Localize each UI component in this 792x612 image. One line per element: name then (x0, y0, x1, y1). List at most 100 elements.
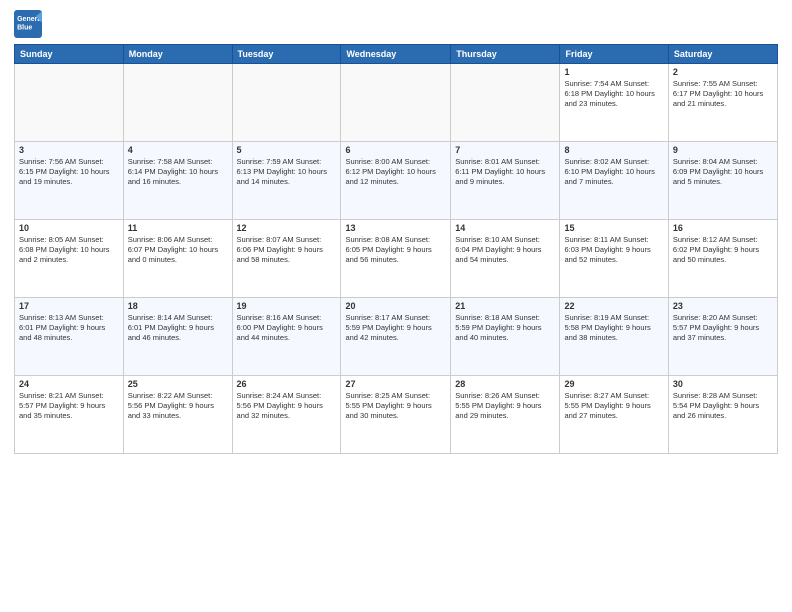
day-number: 8 (564, 145, 663, 155)
day-number: 10 (19, 223, 119, 233)
day-info: Sunrise: 8:17 AM Sunset: 5:59 PM Dayligh… (345, 313, 446, 343)
calendar-cell: 23 Sunrise: 8:20 AM Sunset: 5:57 PM Dayli… (668, 298, 777, 376)
day-info: Sunrise: 7:59 AM Sunset: 6:13 PM Dayligh… (237, 157, 337, 187)
day-number: 19 (237, 301, 337, 311)
day-info: Sunrise: 7:54 AM Sunset: 6:18 PM Dayligh… (564, 79, 663, 109)
calendar-cell: 11 Sunrise: 8:06 AM Sunset: 6:07 PM Dayli… (123, 220, 232, 298)
weekday-header-friday: Friday (560, 45, 668, 64)
calendar-cell: 19 Sunrise: 8:16 AM Sunset: 6:00 PM Dayli… (232, 298, 341, 376)
day-info: Sunrise: 8:25 AM Sunset: 5:55 PM Dayligh… (345, 391, 446, 421)
calendar-cell: 15Sunrise: 8:11 AM Sunset: 6:03 PM Dayli… (560, 220, 668, 298)
calendar-cell: 14Sunrise: 8:10 AM Sunset: 6:04 PM Dayli… (451, 220, 560, 298)
day-info: Sunrise: 8:26 AM Sunset: 5:55 PM Dayligh… (455, 391, 555, 421)
day-number: 23 (673, 301, 773, 311)
day-info: Sunrise: 8:06 AM Sunset: 6:07 PM Dayligh… (128, 235, 228, 265)
day-number: 5 (237, 145, 337, 155)
day-info: Sunrise: 8:02 AM Sunset: 6:10 PM Dayligh… (564, 157, 663, 187)
day-info: Sunrise: 8:13 AM Sunset: 6:01 PM Dayligh… (19, 313, 119, 343)
day-number: 26 (237, 379, 337, 389)
day-number: 9 (673, 145, 773, 155)
day-number: 11 (128, 223, 228, 233)
day-number: 12 (237, 223, 337, 233)
day-number: 2 (673, 67, 773, 77)
calendar-cell: 10 Sunrise: 8:05 AM Sunset: 6:08 PM Dayli… (15, 220, 124, 298)
calendar-cell: 26 Sunrise: 8:24 AM Sunset: 5:56 PM Dayli… (232, 376, 341, 454)
calendar-cell: 27 Sunrise: 8:25 AM Sunset: 5:55 PM Dayli… (341, 376, 451, 454)
day-number: 3 (19, 145, 119, 155)
svg-text:Blue: Blue (17, 24, 32, 31)
day-number: 22 (564, 301, 663, 311)
calendar-cell: 22 Sunrise: 8:19 AM Sunset: 5:58 PM Dayli… (560, 298, 668, 376)
calendar-cell: 6 Sunrise: 8:00 AM Sunset: 6:12 PM Daylig… (341, 142, 451, 220)
calendar: SundayMondayTuesdayWednesdayThursdayFrid… (14, 44, 778, 454)
day-info: Sunrise: 8:00 AM Sunset: 6:12 PM Dayligh… (345, 157, 446, 187)
calendar-cell: 1 Sunrise: 7:54 AM Sunset: 6:18 PM Daylig… (560, 64, 668, 142)
day-number: 20 (345, 301, 446, 311)
weekday-header-sunday: Sunday (15, 45, 124, 64)
day-info: Sunrise: 7:56 AM Sunset: 6:15 PM Dayligh… (19, 157, 119, 187)
day-number: 6 (345, 145, 446, 155)
day-info: Sunrise: 7:55 AM Sunset: 6:17 PM Dayligh… (673, 79, 773, 109)
day-info: Sunrise: 8:14 AM Sunset: 6:01 PM Dayligh… (128, 313, 228, 343)
day-number: 27 (345, 379, 446, 389)
calendar-cell: 29 Sunrise: 8:27 AM Sunset: 5:55 PM Dayli… (560, 376, 668, 454)
day-info: Sunrise: 8:08 AM Sunset: 6:05 PM Dayligh… (345, 235, 446, 265)
calendar-cell: 8 Sunrise: 8:02 AM Sunset: 6:10 PM Daylig… (560, 142, 668, 220)
logo-icon: General Blue (14, 10, 42, 38)
calendar-cell: 18 Sunrise: 8:14 AM Sunset: 6:01 PM Dayli… (123, 298, 232, 376)
weekday-header-monday: Monday (123, 45, 232, 64)
day-number: 7 (455, 145, 555, 155)
day-number: 4 (128, 145, 228, 155)
calendar-cell (123, 64, 232, 142)
weekday-header-thursday: Thursday (451, 45, 560, 64)
day-info: Sunrise: 8:27 AM Sunset: 5:55 PM Dayligh… (564, 391, 663, 421)
day-number: 13 (345, 223, 446, 233)
calendar-cell: 20 Sunrise: 8:17 AM Sunset: 5:59 PM Dayli… (341, 298, 451, 376)
weekday-header-wednesday: Wednesday (341, 45, 451, 64)
day-info: Sunrise: 7:58 AM Sunset: 6:14 PM Dayligh… (128, 157, 228, 187)
day-info: Sunrise: 8:21 AM Sunset: 5:57 PM Dayligh… (19, 391, 119, 421)
day-info: Sunrise: 8:04 AM Sunset: 6:09 PM Dayligh… (673, 157, 773, 187)
day-number: 24 (19, 379, 119, 389)
logo: General Blue (14, 10, 46, 38)
calendar-cell: 2 Sunrise: 7:55 AM Sunset: 6:17 PM Daylig… (668, 64, 777, 142)
day-number: 21 (455, 301, 555, 311)
calendar-cell: 16Sunrise: 8:12 AM Sunset: 6:02 PM Dayli… (668, 220, 777, 298)
calendar-cell: 24 Sunrise: 8:21 AM Sunset: 5:57 PM Dayli… (15, 376, 124, 454)
day-number: 28 (455, 379, 555, 389)
day-info: Sunrise: 8:16 AM Sunset: 6:00 PM Dayligh… (237, 313, 337, 343)
day-number: 16 (673, 223, 773, 233)
day-info: Sunrise: 8:20 AM Sunset: 5:57 PM Dayligh… (673, 313, 773, 343)
calendar-cell: 28 Sunrise: 8:26 AM Sunset: 5:55 PM Dayli… (451, 376, 560, 454)
calendar-cell (341, 64, 451, 142)
day-info: Sunrise: 8:07 AM Sunset: 6:06 PM Dayligh… (237, 235, 337, 265)
day-info: Sunrise: 8:24 AM Sunset: 5:56 PM Dayligh… (237, 391, 337, 421)
day-number: 30 (673, 379, 773, 389)
calendar-cell: 13 Sunrise: 8:08 AM Sunset: 6:05 PM Dayli… (341, 220, 451, 298)
calendar-cell: 7Sunrise: 8:01 AM Sunset: 6:11 PM Daylig… (451, 142, 560, 220)
calendar-cell: 4 Sunrise: 7:58 AM Sunset: 6:14 PM Daylig… (123, 142, 232, 220)
day-number: 1 (564, 67, 663, 77)
day-info: Sunrise: 8:05 AM Sunset: 6:08 PM Dayligh… (19, 235, 119, 265)
weekday-header-saturday: Saturday (668, 45, 777, 64)
day-info: Sunrise: 8:18 AM Sunset: 5:59 PM Dayligh… (455, 313, 555, 343)
day-info: Sunrise: 8:19 AM Sunset: 5:58 PM Dayligh… (564, 313, 663, 343)
day-info: Sunrise: 8:22 AM Sunset: 5:56 PM Dayligh… (128, 391, 228, 421)
day-number: 14 (455, 223, 555, 233)
calendar-cell: 12 Sunrise: 8:07 AM Sunset: 6:06 PM Dayli… (232, 220, 341, 298)
calendar-cell: 5 Sunrise: 7:59 AM Sunset: 6:13 PM Daylig… (232, 142, 341, 220)
calendar-cell: 21 Sunrise: 8:18 AM Sunset: 5:59 PM Dayli… (451, 298, 560, 376)
day-number: 15 (564, 223, 663, 233)
calendar-cell: 17 Sunrise: 8:13 AM Sunset: 6:01 PM Dayli… (15, 298, 124, 376)
day-number: 18 (128, 301, 228, 311)
calendar-cell: 30Sunrise: 8:28 AM Sunset: 5:54 PM Dayli… (668, 376, 777, 454)
calendar-cell (232, 64, 341, 142)
calendar-cell (15, 64, 124, 142)
calendar-cell: 25 Sunrise: 8:22 AM Sunset: 5:56 PM Dayli… (123, 376, 232, 454)
day-number: 29 (564, 379, 663, 389)
calendar-cell: 9 Sunrise: 8:04 AM Sunset: 6:09 PM Daylig… (668, 142, 777, 220)
calendar-cell: 3 Sunrise: 7:56 AM Sunset: 6:15 PM Daylig… (15, 142, 124, 220)
weekday-header-tuesday: Tuesday (232, 45, 341, 64)
day-number: 17 (19, 301, 119, 311)
day-number: 25 (128, 379, 228, 389)
